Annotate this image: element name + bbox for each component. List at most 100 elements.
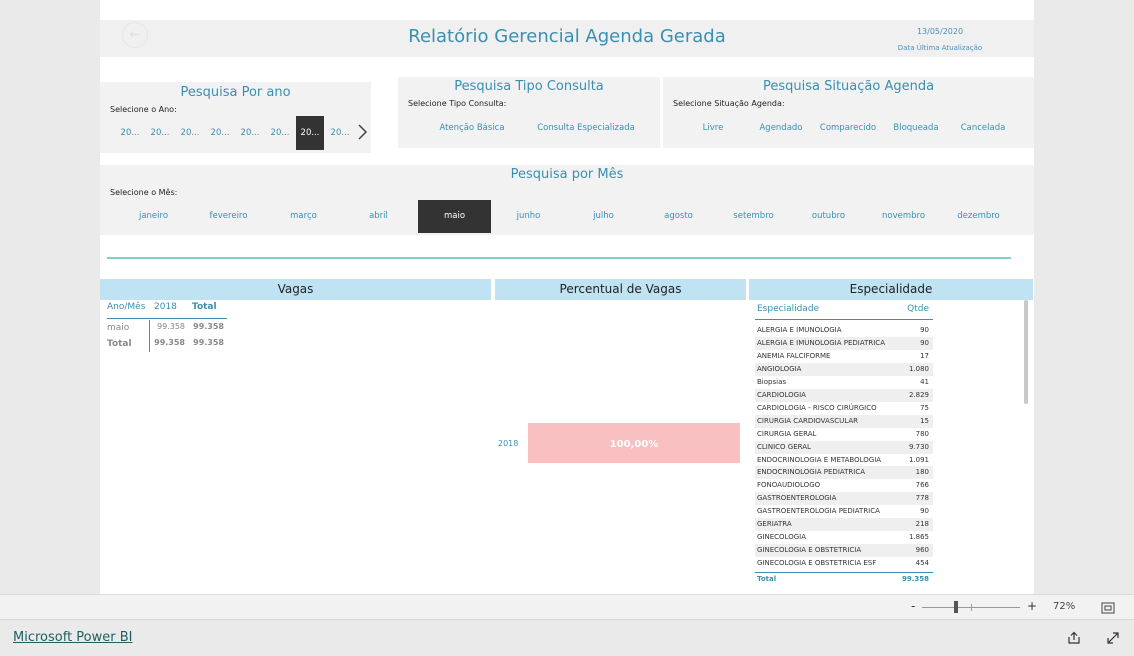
especialidade-row[interactable]: ANGIOLOGIA 1.080 xyxy=(755,362,933,376)
especialidade-qtde: 90 xyxy=(920,338,929,347)
especialidade-qtde: 780 xyxy=(915,429,929,438)
especialidade-qtde: 41 xyxy=(920,377,929,386)
percentual-chart-svg: 2018 100,00% xyxy=(498,423,740,463)
tipo-consulta-filter-panel: Pesquisa Tipo Consulta Selecione Tipo Co… xyxy=(398,77,660,148)
month-option[interactable]: outubro xyxy=(791,200,866,233)
vagas-cell: 99.358 xyxy=(157,322,185,331)
year-option[interactable]: 20... xyxy=(175,117,205,150)
mes-filter-panel: Pesquisa por Mês Selecione o Mês: janeir… xyxy=(100,165,1034,235)
especialidade-row[interactable]: ALERGIA E IMUNOLOGIA PEDIATRICA 90 xyxy=(755,336,933,350)
especialidade-row[interactable]: Biopsias 41 xyxy=(755,376,933,389)
month-option[interactable]: novembro xyxy=(866,200,941,233)
tipo-option-atencao-basica[interactable]: Atenção Básica xyxy=(428,123,516,133)
especialidade-qtde: 1.091 xyxy=(908,455,929,464)
situacao-option-bloqueada[interactable]: Bloqueada xyxy=(885,123,947,133)
zoom-slider-thumb[interactable] xyxy=(953,601,958,613)
month-option-selected[interactable]: maio xyxy=(418,200,491,233)
situacao-option-livre[interactable]: Livre xyxy=(688,123,738,133)
especialidade-row[interactable]: ALERGIA E IMUNOLOGIA 90 xyxy=(755,324,933,337)
especialidade-name: ENDOCRINOLOGIA PEDIATRICA xyxy=(757,468,866,477)
zoom-in-button[interactable]: + xyxy=(1027,599,1037,613)
especialidade-name: GINECOLOGIA E OBSTETRICIA ESF xyxy=(757,559,877,568)
especialidade-row[interactable]: GINECOLOGIA 1.865 xyxy=(755,531,933,544)
especialidade-qtde: 960 xyxy=(915,546,929,555)
power-bi-link[interactable]: Microsoft Power BI xyxy=(13,630,132,645)
year-option[interactable]: 20... xyxy=(235,117,265,150)
especialidade-row[interactable]: ENDOCRINOLOGIA PEDIATRICA 180 xyxy=(755,466,933,480)
tipo-consulta-label: Selecione Tipo Consulta: xyxy=(408,99,507,108)
qtde-col-header[interactable]: Qtde xyxy=(895,304,929,314)
vagas-header: Vagas xyxy=(100,279,491,300)
especialidade-row[interactable]: GASTROENTEROLOGIA 778 xyxy=(755,492,933,506)
percentual-data-label: 100,00% xyxy=(610,439,659,450)
year-option[interactable]: 20... xyxy=(115,117,145,150)
especialidade-total-value: 99.358 xyxy=(901,575,929,583)
especialidade-row[interactable]: GASTROENTEROLOGIA PEDIATRICA 90 xyxy=(755,505,933,518)
situacao-option-comparecido[interactable]: Comparecido xyxy=(815,123,881,133)
mes-filter-label: Selecione o Mês: xyxy=(110,188,178,197)
especialidade-name: ALERGIA E IMUNOLOGIA PEDIATRICA xyxy=(757,338,885,347)
especialidade-row[interactable]: ENDOCRINOLOGIA E METABOLOGIA 1.091 xyxy=(755,454,933,467)
year-filter-title: Pesquisa Por ano xyxy=(180,85,291,100)
month-option[interactable]: abril xyxy=(341,200,416,233)
especialidade-total-rule xyxy=(755,572,933,573)
month-option[interactable]: fevereiro xyxy=(191,200,266,233)
situacao-filter-panel: Pesquisa Situação Agenda Selecione Situa… xyxy=(663,77,1034,148)
zoom-out-button[interactable]: - xyxy=(911,599,915,613)
especialidade-row[interactable]: CLINICO GERAL 9.730 xyxy=(755,440,933,454)
especialidade-name: CLINICO GERAL xyxy=(757,442,811,451)
fullscreen-icon[interactable] xyxy=(1106,630,1120,644)
especialidade-row[interactable]: GINECOLOGIA E OBSTETRICIA ESF 454 xyxy=(755,557,933,570)
especialidade-name: CARDIOLOGIA - RISCO CIRÚRGICO xyxy=(757,403,877,412)
vagas-col-header[interactable]: Total xyxy=(192,302,217,312)
especialidade-name: GASTROENTEROLOGIA xyxy=(757,494,837,503)
especialidade-name: GINECOLOGIA xyxy=(757,533,806,542)
year-option[interactable]: 20... xyxy=(205,117,235,150)
especialidade-qtde: 2.829 xyxy=(908,390,929,399)
month-option[interactable]: julho xyxy=(566,200,641,233)
vagas-col-header[interactable]: Ano/Mês xyxy=(107,302,145,312)
especialidade-qtde: 75 xyxy=(920,403,929,412)
vagas-total-label: Total xyxy=(107,339,132,349)
especialidade-row[interactable]: CARDIOLOGIA 2.829 xyxy=(755,388,933,402)
especialidade-row[interactable]: ANEMIA FALCIFORME 17 xyxy=(755,350,933,363)
bottom-bar: Microsoft Power BI xyxy=(0,619,1134,656)
percentual-category-label: 2018 xyxy=(498,439,518,448)
year-option[interactable]: 20... xyxy=(326,117,354,150)
year-option[interactable]: 20... xyxy=(145,117,175,150)
especialidade-row[interactable]: CARDIOLOGIA - RISCO CIRÚRGICO 75 xyxy=(755,402,933,415)
percentual-chart: 2018 100,00% xyxy=(495,300,746,590)
especialidade-row[interactable]: GERIATRA 218 xyxy=(755,518,933,532)
vagas-row-label: maio xyxy=(107,323,130,333)
vagas-cell: 99.358 xyxy=(193,338,224,347)
especialidade-row[interactable]: CIRURGIA CARDIOVASCULAR 15 xyxy=(755,414,933,428)
year-option-selected[interactable]: 20... xyxy=(296,116,324,150)
situacao-option-cancelada[interactable]: Cancelada xyxy=(953,123,1013,133)
especialidade-qtde: 1.865 xyxy=(908,533,929,542)
last-update-date: 13/05/2020 xyxy=(916,27,964,36)
year-filter-panel: Pesquisa Por ano Selecione o Ano: 20... … xyxy=(100,82,371,153)
year-option[interactable]: 20... xyxy=(265,117,295,150)
chevron-right-icon[interactable] xyxy=(355,122,369,142)
especialidade-col-header[interactable]: Especialidade xyxy=(757,304,819,314)
especialidade-name: CARDIOLOGIA xyxy=(757,390,806,399)
especialidade-row[interactable]: GINECOLOGIA E OBSTETRICIA 960 xyxy=(755,544,933,558)
fit-to-page-icon[interactable] xyxy=(1101,600,1115,614)
tipo-option-consulta-especializada[interactable]: Consulta Especializada xyxy=(534,123,638,133)
especialidade-scrollbar[interactable] xyxy=(1024,300,1028,404)
especialidade-row[interactable]: FONOAUDIOLOGO 766 xyxy=(755,479,933,492)
situacao-option-agendado[interactable]: Agendado xyxy=(751,123,811,133)
year-filter-label: Selecione o Ano: xyxy=(110,105,177,114)
especialidade-row[interactable]: CIRURGIA GERAL 780 xyxy=(755,428,933,441)
month-option[interactable]: setembro xyxy=(716,200,791,233)
especialidade-name: GERIATRA xyxy=(757,520,792,529)
month-option[interactable]: março xyxy=(266,200,341,233)
month-option[interactable]: agosto xyxy=(641,200,716,233)
vagas-cell: 99.358 xyxy=(193,322,224,331)
month-option[interactable]: dezembro xyxy=(941,200,1016,233)
share-icon[interactable] xyxy=(1067,630,1081,644)
especialidade-name: GASTROENTEROLOGIA PEDIATRICA xyxy=(757,507,880,516)
month-option[interactable]: junho xyxy=(491,200,566,233)
month-option[interactable]: janeiro xyxy=(116,200,191,233)
vagas-col-header[interactable]: 2018 xyxy=(154,302,177,312)
